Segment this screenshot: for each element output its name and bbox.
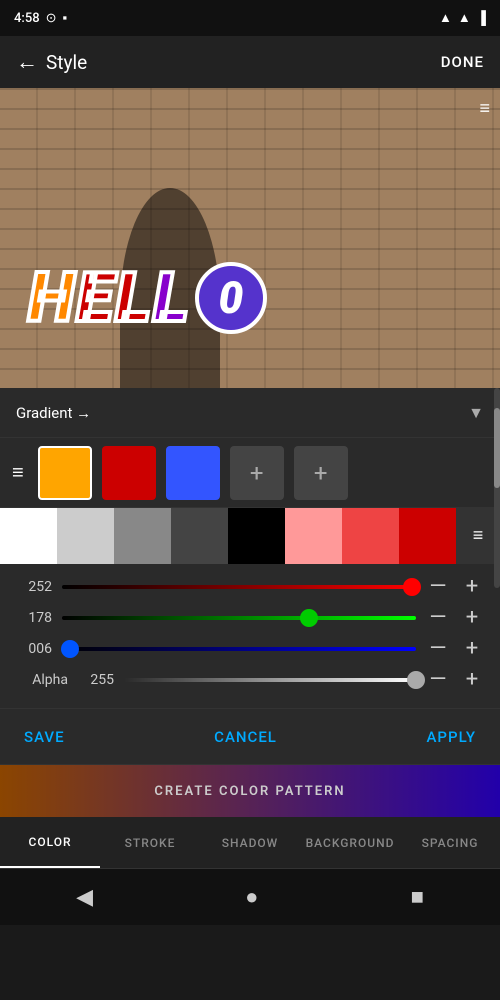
palette-pink[interactable] [342, 508, 399, 564]
back-arrow-icon: ← [16, 49, 38, 75]
alpha-plus-button[interactable]: + [460, 667, 484, 692]
blue-minus-button[interactable]: — [426, 636, 450, 661]
home-nav-icon[interactable]: ● [245, 884, 258, 910]
blue-slider-row: 006 — + [16, 636, 484, 661]
palette-white[interactable] [0, 508, 57, 564]
apply-button[interactable]: APPLY [426, 728, 476, 746]
swatch-add-button[interactable]: + [230, 446, 284, 500]
status-bar: 4:58 ⊙ ▪ ▲ ▲ ▐ [0, 0, 500, 36]
recents-nav-icon[interactable]: ■ [411, 884, 424, 910]
alpha-value: 255 [78, 672, 114, 688]
red-slider-row: 252 — + [16, 574, 484, 599]
letter-e: E [76, 258, 115, 338]
alpha-slider[interactable] [124, 678, 416, 682]
battery-status-icon: ▪ [63, 10, 68, 26]
back-button[interactable]: ← Style [16, 49, 87, 75]
red-slider-thumb[interactable] [403, 578, 421, 596]
top-bar: ← Style DONE [0, 36, 500, 88]
red-plus-button[interactable]: + [460, 574, 484, 599]
bottom-tabs: COLOR STROKE SHADOW BACKGROUND SPACING [0, 817, 500, 869]
alpha-label: Alpha [16, 672, 68, 688]
tab-spacing[interactable]: SPACING [400, 817, 500, 868]
create-color-pattern-button[interactable]: CREATE COLOR PATTERN [0, 765, 500, 817]
save-button[interactable]: SAVE [24, 728, 65, 746]
letter-l1: L [115, 258, 153, 338]
letter-o: 0 [218, 272, 243, 324]
wifi-icon: ▲ [439, 10, 452, 26]
gradient-label: Gradient → [16, 404, 91, 422]
blue-slider[interactable] [62, 647, 416, 651]
tab-shadow[interactable]: SHADOW [200, 817, 300, 868]
circle-icon: ⊙ [46, 11, 57, 26]
swatch-red[interactable] [102, 446, 156, 500]
palette-black[interactable] [228, 508, 285, 564]
letter-o-circle: 0 [195, 262, 267, 334]
palette-red[interactable] [399, 508, 456, 564]
battery-icon: ▐ [477, 10, 486, 26]
blue-plus-button[interactable]: + [460, 636, 484, 661]
palette-hamburger-icon: ≡ [473, 525, 484, 546]
green-value: 178 [16, 610, 52, 626]
palette-mgray[interactable] [114, 508, 171, 564]
alpha-slider-row: Alpha 255 — + [16, 667, 484, 692]
done-button[interactable]: DONE [441, 53, 484, 71]
hamburger-icon[interactable]: ≡ [12, 460, 24, 485]
palette-lgray[interactable] [57, 508, 114, 564]
blue-value: 006 [16, 641, 52, 657]
palette-lpink[interactable] [285, 508, 342, 564]
swatch-orange[interactable] [38, 446, 92, 500]
alpha-slider-thumb[interactable] [407, 671, 425, 689]
tab-background[interactable]: BACKGROUND [300, 817, 400, 868]
tab-color[interactable]: COLOR [0, 817, 100, 868]
letter-l2: L [153, 258, 191, 338]
green-minus-button[interactable]: — [426, 605, 450, 630]
red-minus-button[interactable]: — [426, 574, 450, 599]
scroll-thumb[interactable] [494, 408, 500, 488]
page-title: Style [46, 51, 87, 74]
nav-bar: ◀ ● ■ [0, 869, 500, 925]
scroll-indicator [494, 388, 500, 588]
green-plus-button[interactable]: + [460, 605, 484, 630]
hello-text: HELL [28, 258, 191, 338]
tab-stroke[interactable]: STROKE [100, 817, 200, 868]
status-time: 4:58 [14, 11, 40, 26]
gradient-row[interactable]: Gradient → ▼ [0, 388, 500, 438]
swatch-add-button-2[interactable]: + [294, 446, 348, 500]
red-slider[interactable] [62, 585, 416, 589]
hello-text-container: HELL 0 [28, 258, 267, 338]
create-color-pattern-label: CREATE COLOR PATTERN [154, 784, 345, 799]
green-slider-row: 178 — + [16, 605, 484, 630]
swatch-blue[interactable] [166, 446, 220, 500]
brick-background [0, 88, 500, 388]
green-slider-thumb[interactable] [300, 609, 318, 627]
sliders-area: 252 — + 178 — + 006 — + Alpha 255 — + [0, 564, 500, 709]
palette-colors [0, 508, 456, 564]
blue-slider-thumb[interactable] [61, 640, 79, 658]
gradient-dropdown-icon[interactable]: ▼ [468, 403, 484, 423]
back-nav-icon[interactable]: ◀ [76, 885, 93, 910]
canvas-menu-icon[interactable]: ≡ [479, 98, 490, 119]
palette-dgray[interactable] [171, 508, 228, 564]
red-value: 252 [16, 579, 52, 595]
swatches-row: ≡ + + [0, 438, 500, 508]
canvas-area: HELL 0 ≡ [0, 88, 500, 388]
action-buttons: SAVE CANCEL APPLY [0, 709, 500, 765]
letter-h: H [28, 258, 76, 338]
cancel-button[interactable]: CANCEL [214, 728, 277, 746]
signal-icon: ▲ [458, 10, 471, 26]
green-slider[interactable] [62, 616, 416, 620]
palette-row: ≡ [0, 508, 500, 564]
alpha-minus-button[interactable]: — [426, 667, 450, 692]
